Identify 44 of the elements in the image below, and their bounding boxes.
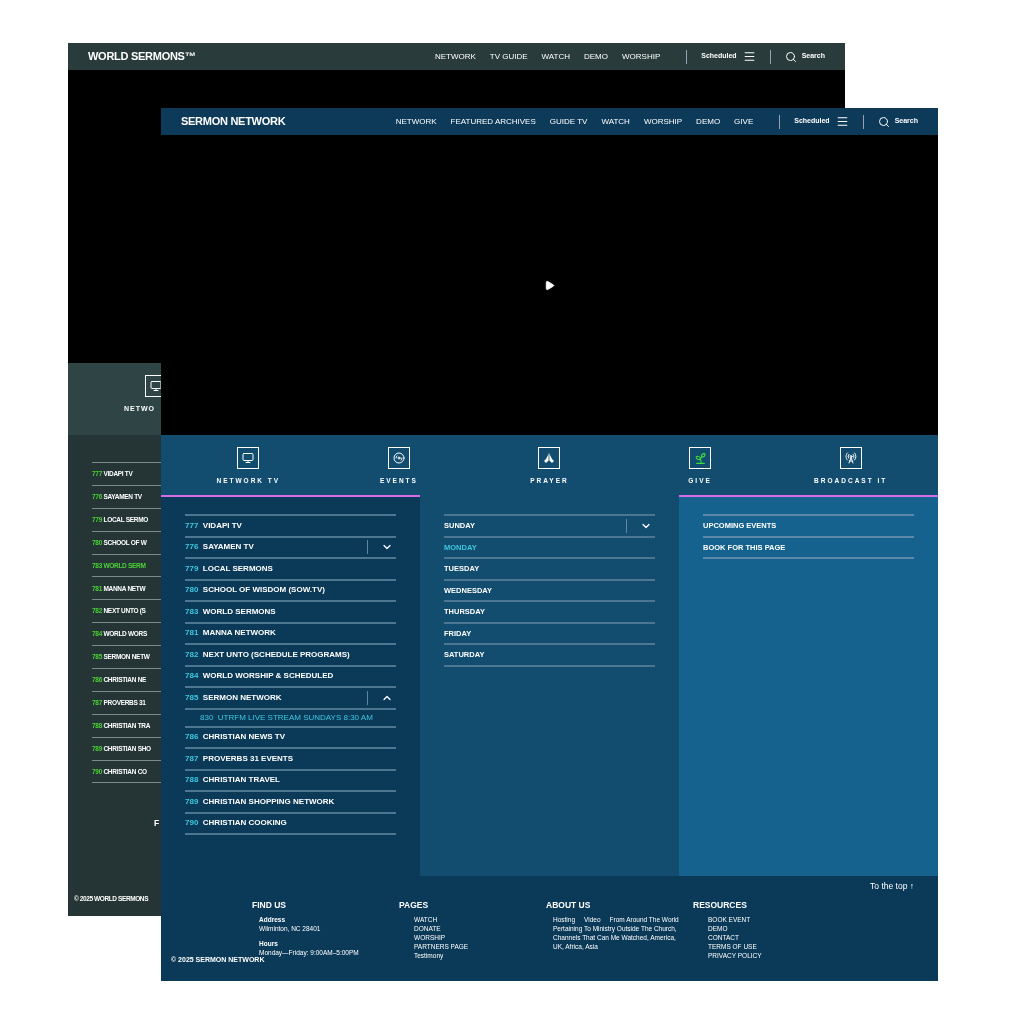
- nav-link[interactable]: NETWORK: [395, 115, 437, 128]
- footer-heading: F: [154, 817, 160, 831]
- nav-link[interactable]: WATCH: [601, 115, 630, 128]
- search-icon: [877, 115, 890, 128]
- antenna-icon: [839, 447, 862, 469]
- channel-item[interactable]: 786 CHRISTIAN NEWS TV: [185, 731, 286, 744]
- footer-heading: PAGES: [399, 898, 430, 912]
- sprout-icon: [689, 447, 712, 469]
- nav-link[interactable]: NETWORK: [434, 50, 476, 63]
- channel-item[interactable]: 785 SERMON NETWORK: [185, 691, 282, 704]
- search-icon: [784, 50, 797, 63]
- play-icon: [544, 279, 555, 291]
- nav-link[interactable]: WORSHIP: [622, 50, 661, 63]
- praying-hands-icon: [538, 447, 561, 469]
- channel-item[interactable]: 777 VIDAPI TV: [185, 519, 242, 532]
- site-logo[interactable]: WORLD SERMONS™: [88, 48, 196, 65]
- nav-link[interactable]: WATCH: [541, 50, 570, 63]
- nav-link[interactable]: DEMO: [584, 50, 608, 63]
- channel-item[interactable]: 789 CHRISTIAN SHOPPING NETWORK: [185, 795, 335, 808]
- footer-heading: FIND US: [252, 898, 287, 912]
- menu-icon: [742, 50, 756, 63]
- channel-item[interactable]: 783 WORLD SERMONS: [185, 605, 276, 618]
- nav-link[interactable]: WORSHIP: [643, 115, 683, 128]
- sub-channel-item[interactable]: 830 UTRFM LIVE STREAM SUNDAYS 8:30 AM: [200, 711, 373, 724]
- channel-item[interactable]: 784 WORLD WORSHIP & SCHEDULED: [185, 670, 334, 683]
- channel-item[interactable]: 782 NEXT UNTO (SCHEDULE PROGRAMS): [185, 648, 350, 661]
- nav-link[interactable]: DEMO: [696, 115, 721, 128]
- channel-item[interactable]: 790 CHRISTIAN COOKING: [185, 817, 287, 830]
- nav-link[interactable]: GIVE: [734, 115, 754, 128]
- nav-link[interactable]: FEATURED ARCHIVES: [450, 115, 536, 128]
- monitor-icon: [237, 447, 260, 469]
- channel-item[interactable]: 776 SAYAMEN TV: [185, 541, 254, 554]
- channel-item[interactable]: 788 CHRISTIAN TRAVEL: [185, 774, 280, 787]
- footer-heading: ABOUT US: [546, 898, 592, 912]
- channel-item[interactable]: 780 SCHOOL OF WISDOM (SOW.TV): [185, 584, 325, 597]
- channel-item[interactable]: 787 PROVERBS 31 EVENTS: [185, 752, 294, 765]
- nav-link[interactable]: TV GUIDE: [489, 50, 528, 63]
- footer-heading: RESOURCES: [693, 898, 748, 912]
- site-logo[interactable]: SERMON NETWORK: [181, 113, 286, 130]
- menu-icon: [835, 115, 849, 128]
- to-top-link[interactable]: To the top ↑: [870, 880, 914, 893]
- nav-link[interactable]: GUIDE TV: [549, 115, 588, 128]
- channel-item[interactable]: 781 MANNA NETWORK: [185, 627, 276, 640]
- channel-item[interactable]: 779 LOCAL SERMONS: [185, 562, 273, 575]
